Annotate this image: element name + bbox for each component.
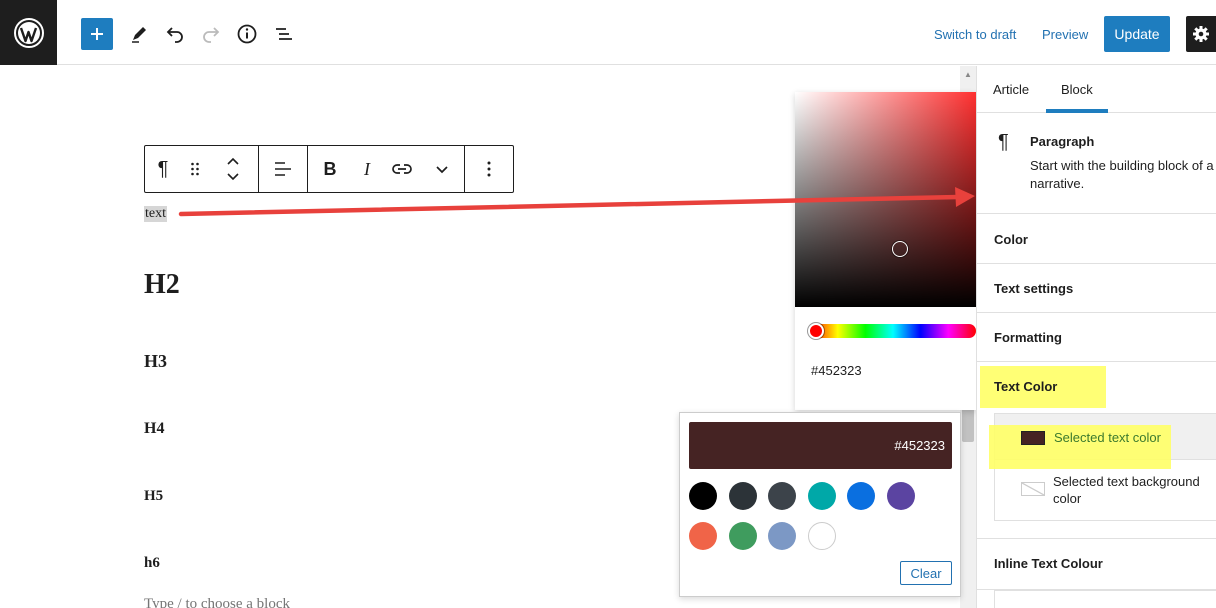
heading-h2[interactable]: H2 xyxy=(144,269,180,301)
settings-sidebar: Article Block ¶ Paragraph Start with the… xyxy=(976,66,1216,608)
align-left-icon xyxy=(275,162,291,176)
selected-bg-color-swatch xyxy=(1021,482,1045,496)
details-button[interactable] xyxy=(233,20,261,48)
update-button[interactable]: Update xyxy=(1104,16,1170,52)
block-placeholder[interactable]: Type / to choose a block xyxy=(144,596,290,608)
panel-text-color-title: Text Color xyxy=(994,379,1058,394)
info-icon xyxy=(237,24,257,44)
block-card-description-line: Start with the building block of a xyxy=(1030,158,1214,173)
color-swatch[interactable] xyxy=(807,522,836,550)
editor-header: Switch to draft Preview Update xyxy=(0,0,1216,65)
selected-text-color-label: Selected text color xyxy=(1054,430,1161,445)
drag-handle[interactable] xyxy=(181,146,209,192)
move-up-down-button[interactable] xyxy=(209,146,257,192)
color-palette-popover: #452323 Clear xyxy=(679,412,961,597)
paragraph-icon: ¶ xyxy=(998,131,1009,153)
scroll-up-arrow-icon[interactable]: ▲ xyxy=(960,66,976,82)
color-swatch[interactable] xyxy=(689,482,717,510)
block-toolbar-group-options xyxy=(465,146,513,192)
heading-h3[interactable]: H3 xyxy=(144,351,167,372)
color-swatch[interactable] xyxy=(728,482,757,510)
pencil-icon xyxy=(132,27,146,43)
tools-pencil-button[interactable] xyxy=(125,20,153,48)
panel-color-title: Color xyxy=(994,232,1028,247)
color-picker: #452323 xyxy=(795,92,976,410)
block-card-description-line: narrative. xyxy=(1030,176,1085,191)
color-swatch[interactable] xyxy=(689,522,717,550)
list-view-icon xyxy=(276,28,292,40)
wordpress-icon xyxy=(13,17,44,48)
panel-text-settings[interactable]: Text settings xyxy=(977,264,1216,313)
current-color-hex: #452323 xyxy=(894,438,945,453)
list-view-button[interactable] xyxy=(270,20,298,48)
chevron-down-icon xyxy=(436,166,448,174)
heading-h6[interactable]: h6 xyxy=(144,555,160,572)
color-swatch[interactable] xyxy=(768,482,796,510)
align-button[interactable] xyxy=(259,146,307,192)
undo-icon xyxy=(166,27,183,43)
panel-formatting-title: Formatting xyxy=(994,330,1062,345)
more-formats-button[interactable] xyxy=(422,146,462,192)
current-color-preview[interactable]: #452323 xyxy=(689,422,952,469)
scrollbar-thumb[interactable] xyxy=(962,408,974,442)
italic-button[interactable]: I xyxy=(352,146,382,192)
selected-text-color-swatch xyxy=(1021,431,1045,445)
chevron-up-down-icon xyxy=(227,157,239,181)
tab-block[interactable]: Block xyxy=(1061,82,1093,97)
saturation-cursor[interactable] xyxy=(892,241,908,257)
drag-handle-icon xyxy=(191,162,199,176)
wordpress-logo-icon[interactable] xyxy=(0,0,57,65)
more-vertical-icon xyxy=(487,161,491,177)
text-color-options: Selected text color Selected text backgr… xyxy=(989,413,1216,521)
panel-formatting[interactable]: Formatting xyxy=(977,313,1216,362)
block-toolbar-group-block: ¶ xyxy=(145,146,259,192)
sidebar-tabs: Article Block xyxy=(977,66,1216,113)
hex-value[interactable]: #452323 xyxy=(811,363,862,378)
switch-to-draft-link[interactable]: Switch to draft xyxy=(934,27,1016,42)
block-card-title: Paragraph xyxy=(1030,134,1095,149)
plus-icon xyxy=(91,28,103,40)
gear-icon xyxy=(1193,26,1209,42)
settings-button[interactable] xyxy=(1186,16,1216,52)
paragraph-icon: ¶ xyxy=(157,157,169,180)
block-toolbar-group-align xyxy=(259,146,308,192)
color-swatch[interactable] xyxy=(807,482,836,510)
color-swatch[interactable] xyxy=(886,482,915,510)
hue-slider[interactable] xyxy=(810,324,976,338)
color-swatch[interactable] xyxy=(847,482,875,510)
block-card-description: Start with the building block of a narra… xyxy=(1030,157,1216,193)
add-block-button[interactable] xyxy=(81,18,113,50)
block-type-button[interactable]: ¶ xyxy=(145,146,181,192)
active-tab-indicator xyxy=(1046,109,1108,113)
panel-text-color[interactable]: Text Color xyxy=(977,362,1216,412)
heading-h5[interactable]: H5 xyxy=(144,488,163,505)
redo-button[interactable] xyxy=(197,20,225,48)
tab-article[interactable]: Article xyxy=(993,82,1029,97)
block-toolbar-group-format: B I xyxy=(308,146,465,192)
color-swatch[interactable] xyxy=(768,522,796,550)
selected-bg-color-label-line: Selected text background xyxy=(1053,474,1200,489)
selected-bg-color-label-line: color xyxy=(1053,491,1082,506)
selected-bg-color-label[interactable]: Selected text background color xyxy=(1053,473,1200,507)
bold-button[interactable]: B xyxy=(308,146,352,192)
selected-text[interactable]: text xyxy=(144,206,167,222)
link-icon xyxy=(392,164,412,174)
block-toolbar: ¶ B I xyxy=(144,145,514,193)
inline-colour-options xyxy=(994,590,1216,608)
saturation-area[interactable] xyxy=(795,92,976,307)
block-card: ¶ Paragraph Start with the building bloc… xyxy=(977,114,1216,214)
hue-slider-thumb[interactable] xyxy=(808,323,824,339)
clear-color-button[interactable]: Clear xyxy=(900,561,952,585)
redo-icon xyxy=(203,27,220,43)
color-swatch[interactable] xyxy=(728,522,757,550)
panel-inline-text-colour-title: Inline Text Colour xyxy=(994,556,1103,571)
preview-link[interactable]: Preview xyxy=(1042,27,1088,42)
panel-text-settings-title: Text settings xyxy=(994,281,1074,296)
heading-h4[interactable]: H4 xyxy=(144,420,164,438)
panel-inline-text-colour[interactable]: Inline Text Colour xyxy=(977,538,1216,590)
options-button[interactable] xyxy=(465,146,513,192)
panel-color[interactable]: Color xyxy=(977,215,1216,264)
link-button[interactable] xyxy=(382,146,422,192)
undo-button[interactable] xyxy=(161,20,189,48)
